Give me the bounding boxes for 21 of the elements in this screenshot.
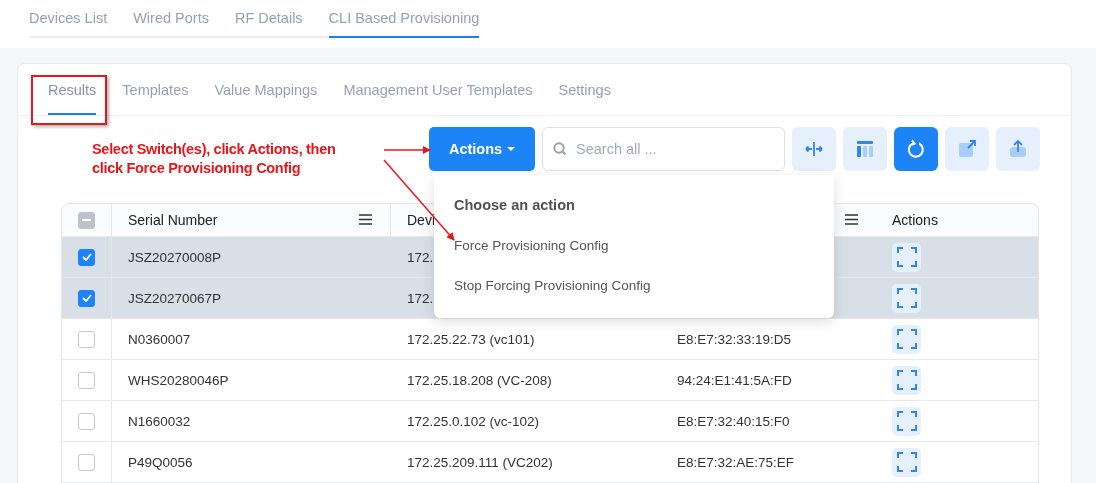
table-cell: P49Q0056: [128, 454, 193, 470]
table-cell: N0360007: [128, 331, 191, 347]
table-cell: N1660032: [128, 413, 191, 429]
table-cell: 172.25.22.73 (vc101): [407, 331, 535, 347]
column-header: Serial Number: [128, 212, 218, 228]
table-cell: 172.: [407, 290, 434, 306]
instruction-note: Select Switch(es), click Actions, then click Force Provisioning Config: [92, 140, 336, 178]
column-header: Devi: [407, 212, 435, 228]
column-header: Actions: [892, 212, 938, 228]
table-cell: JSZ20270008P: [128, 249, 222, 265]
table-cell: E8:E7:32:AE:75:EF: [677, 454, 795, 470]
table-cell: E8:E7:32:33:19:D5: [677, 331, 792, 347]
table-cell: JSZ20270067P: [128, 290, 222, 306]
table-cell: 172.25.18.208 (VC-208): [407, 372, 552, 388]
table-cell: 172.25.209.111 (VC202): [407, 454, 553, 470]
table-cell: 172.25.0.102 (vc-102): [407, 413, 540, 429]
table-cell: 94:24:E1:41:5A:FD: [677, 372, 792, 388]
table-cell: 172.: [407, 249, 434, 265]
table-cell: WHS20280046P: [128, 372, 229, 388]
table-cell: E8:E7:32:40:15:F0: [677, 413, 790, 429]
menu-title: Choose an action: [454, 197, 576, 213]
